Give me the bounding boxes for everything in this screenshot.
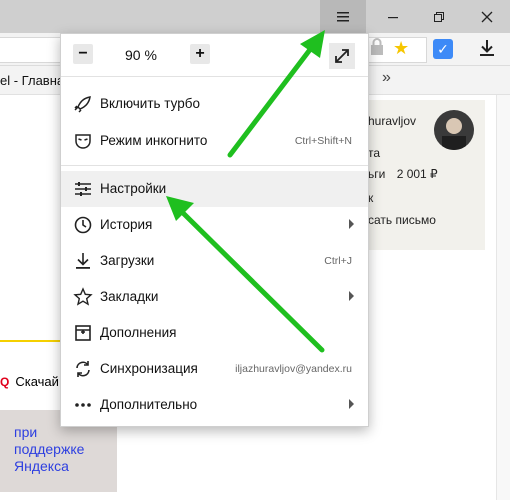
clock-icon: [74, 216, 92, 234]
avatar-photo-icon: [442, 118, 466, 150]
profile-line-1: та: [368, 146, 381, 160]
download-arrow-icon: [76, 253, 90, 269]
addons-box-icon: [75, 325, 91, 341]
menu-item-label: История: [100, 217, 153, 232]
close-icon: [481, 11, 493, 22]
menu-item-label: Дополнения: [100, 325, 177, 340]
browser-main-menu: − 90 % + Включить турбо Режим инкогнито …: [60, 33, 369, 427]
fullscreen-icon: [335, 49, 349, 63]
avatar[interactable]: [434, 110, 474, 150]
promo-line-3: Яндекса: [14, 458, 69, 474]
bookmark-star-icon[interactable]: ★: [393, 38, 409, 58]
menu-item-incognito[interactable]: Режим инкогнито Ctrl+Shift+N: [61, 123, 368, 159]
write-letter-link[interactable]: сать письмо: [368, 213, 436, 227]
menu-hamburger-button[interactable]: [320, 0, 366, 33]
minimize-icon: [388, 16, 398, 18]
zoom-out-button[interactable]: −: [73, 44, 93, 64]
star-outline-icon: [73, 287, 93, 306]
submenu-arrow-icon: [349, 291, 354, 301]
menu-item-label: Режим инкогнито: [100, 133, 208, 148]
menu-item-shortcut: Ctrl+Shift+N: [294, 135, 352, 147]
menu-item-history[interactable]: История: [61, 207, 368, 243]
bookmark-item[interactable]: el - Главна: [0, 73, 64, 88]
submenu-arrow-icon: [349, 219, 354, 229]
rocket-icon: [74, 96, 91, 113]
menu-item-label: Настройки: [100, 181, 167, 196]
profile-balance-prefix: ьги: [368, 167, 386, 181]
fullscreen-button[interactable]: [329, 43, 355, 69]
restore-button[interactable]: [416, 0, 462, 33]
restore-icon: [434, 11, 444, 22]
profile-balance: 2 001 ₽: [396, 167, 438, 181]
search-icon: Q: [0, 375, 10, 389]
menu-item-addons[interactable]: Дополнения: [61, 315, 368, 351]
incognito-mask-icon: [75, 134, 91, 149]
menu-item-bookmarks[interactable]: Закладки: [61, 279, 368, 315]
menu-item-label: Синхронизация: [100, 361, 198, 376]
hamburger-icon: [337, 11, 349, 21]
menu-separator: [61, 76, 368, 77]
menu-item-shortcut: Ctrl+J: [324, 255, 352, 267]
profile-name: huravljov: [368, 114, 417, 128]
menu-item-label: Дополнительно: [100, 397, 198, 412]
zoom-level: 90 %: [125, 47, 157, 63]
menu-item-turbo[interactable]: Включить турбо: [61, 86, 368, 122]
menu-item-label: Включить турбо: [100, 96, 200, 111]
menu-item-account: iljazhuravljov@yandex.ru: [235, 363, 352, 375]
settings-sliders-icon: [75, 182, 91, 196]
promo-line-1: при: [14, 424, 38, 440]
zoom-in-button[interactable]: +: [190, 44, 210, 64]
zoom-row: − 90 % +: [61, 34, 368, 76]
scrollbar[interactable]: [496, 95, 510, 500]
menu-item-settings[interactable]: Настройки: [61, 171, 368, 207]
menu-item-downloads[interactable]: Загрузки Ctrl+J: [61, 243, 368, 279]
search-underline: [0, 340, 60, 342]
menu-separator: [61, 165, 368, 166]
bookmarks-more-button[interactable]: »: [382, 69, 391, 87]
more-dots-icon: [75, 403, 91, 407]
menu-item-label: Загрузки: [100, 253, 155, 268]
close-button[interactable]: [464, 0, 510, 33]
search-suggestion-label: Скачай: [15, 374, 59, 389]
menu-item-label: Закладки: [100, 289, 159, 304]
sync-icon: [76, 361, 90, 377]
menu-item-sync[interactable]: Синхронизация iljazhuravljov@yandex.ru: [61, 351, 368, 387]
download-icon[interactable]: [478, 38, 496, 58]
extension-check-icon[interactable]: ✓: [433, 39, 453, 59]
title-bar: [0, 0, 510, 33]
submenu-arrow-icon: [349, 399, 354, 409]
promo-line-2: поддержке: [14, 441, 85, 457]
minimize-button[interactable]: [370, 0, 416, 33]
menu-item-more[interactable]: Дополнительно: [61, 387, 368, 423]
lock-icon[interactable]: [370, 38, 384, 56]
search-suggestion[interactable]: Q Скачай: [0, 374, 59, 389]
profile-balance-row: ьги 2 001 ₽: [368, 167, 438, 181]
